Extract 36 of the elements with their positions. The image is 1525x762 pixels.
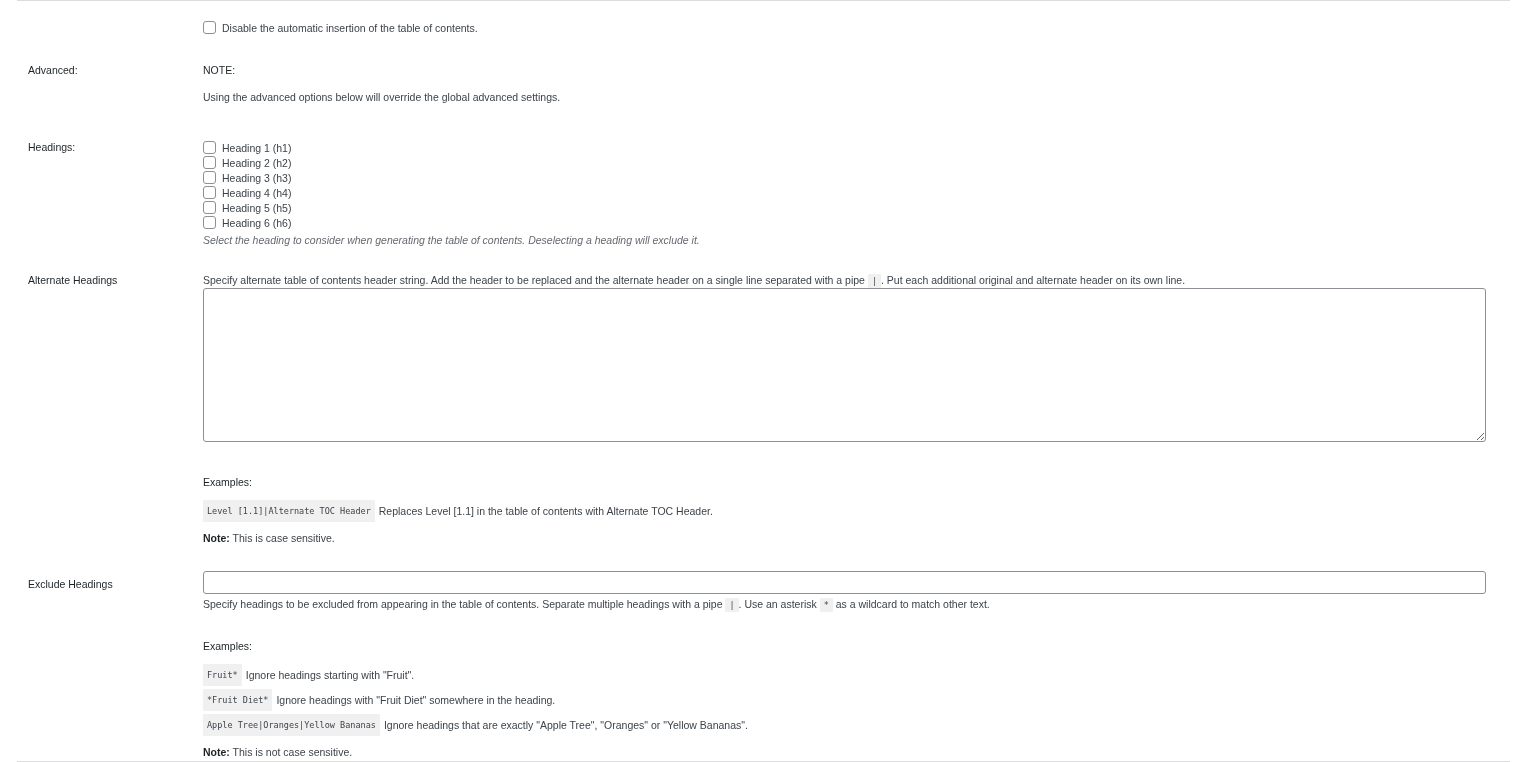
example-text: Ignore headings starting with "Fruit". xyxy=(245,668,415,683)
example-text: Ignore headings with "Fruit Diet" somewhere in the heading. xyxy=(276,693,556,708)
checkbox[interactable] xyxy=(203,186,216,199)
examples-heading: Examples: xyxy=(203,639,254,653)
example-text: Replaces Level [1.1] in the table of contents with Alternate TOC Header. xyxy=(378,504,713,519)
examples-heading: Examples: xyxy=(203,475,254,489)
checkbox[interactable] xyxy=(203,141,216,154)
code-snippet: Fruit* xyxy=(203,664,242,686)
checkbox[interactable] xyxy=(203,156,216,169)
note-text: Note: This is not case sensitive. xyxy=(203,745,354,759)
checkbox-label[interactable]: Heading 2 (h2) xyxy=(222,156,292,169)
note-text: Using the advanced options below will override the global advanced settings. xyxy=(203,90,562,104)
field-label: Headings: xyxy=(28,140,77,155)
description-text: Specify headings to be excluded from appearing in the table of contents. Separate multiple headings with a pipe | . Use an asterisk * as a wildcard to match other text. xyxy=(203,597,991,612)
checkbox-label[interactable]: Heading 5 (h5) xyxy=(222,201,292,214)
description-text: Specify alternate table of contents header string. Add the header to be replaced and the alternate header on a single line separated with a pipe | . Put each additional original and alternate header on its own line. xyxy=(203,273,1187,288)
checkbox-label[interactable]: Disable the automatic insertion of the table of contents. xyxy=(222,21,478,34)
checkbox-label[interactable]: Heading 1 (h1) xyxy=(222,141,292,154)
input-field[interactable] xyxy=(203,571,1486,594)
checkbox[interactable] xyxy=(203,171,216,184)
field-label: Exclude Headings xyxy=(28,577,114,592)
checkbox[interactable] xyxy=(203,201,216,214)
example-text: Ignore headings that are exactly "Apple Tree", "Oranges" or "Yellow Bananas". xyxy=(383,718,748,733)
note-text: Note: This is case sensitive. xyxy=(203,531,336,545)
checkbox-label[interactable]: Heading 6 (h6) xyxy=(222,216,292,229)
code-snippet: Level [1.1]|Alternate TOC Header xyxy=(203,500,375,522)
code-snippet: Apple Tree|Oranges|Yellow Bananas xyxy=(203,714,380,736)
code-snippet: *Fruit Diet* xyxy=(203,689,273,711)
field-label: Advanced: xyxy=(28,63,79,78)
checkbox[interactable] xyxy=(203,216,216,229)
checkbox-label[interactable]: Heading 4 (h4) xyxy=(222,186,292,199)
checkbox-label[interactable]: Heading 3 (h3) xyxy=(222,171,292,184)
hint-text: Select the heading to consider when generating the table of contents. Deselecting a heading will exclude it. xyxy=(203,233,701,247)
field-label: Alternate Headings xyxy=(28,273,119,288)
note-title: NOTE: xyxy=(203,63,237,77)
checkbox[interactable] xyxy=(203,21,216,34)
